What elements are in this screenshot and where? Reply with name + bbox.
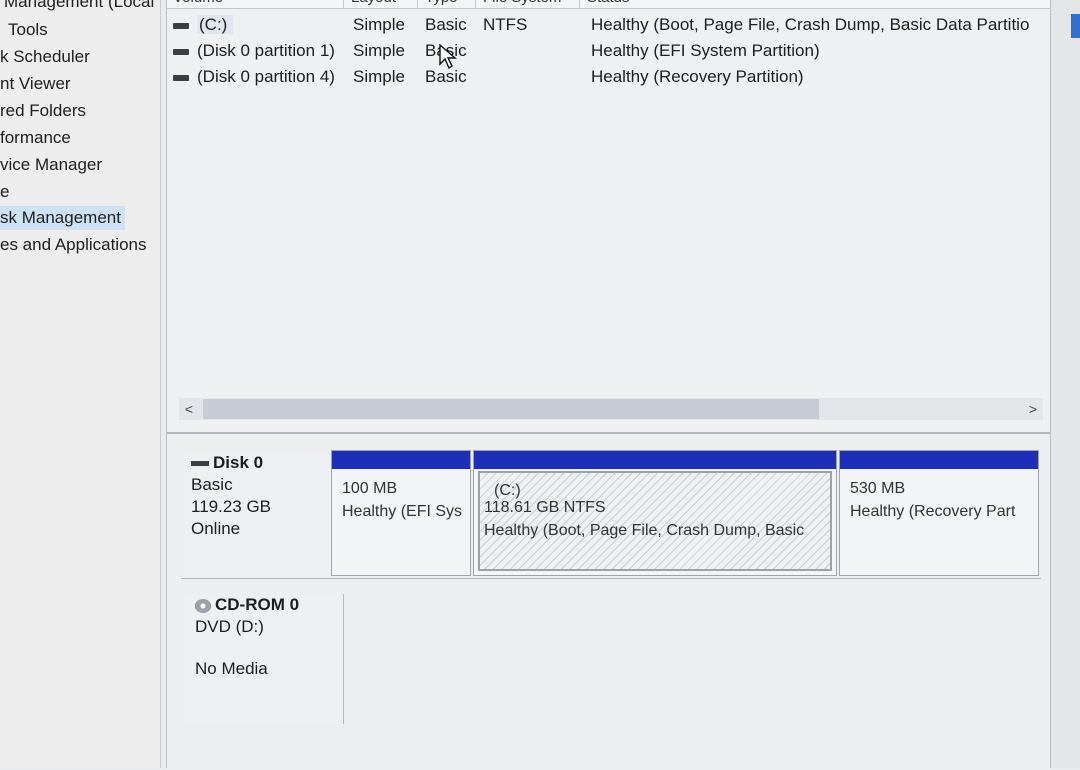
- column-header-status[interactable]: Status: [581, 0, 1052, 8]
- nav-item-services-and-applications[interactable]: es and Applications: [0, 233, 147, 257]
- cdrom-name: CD-ROM 0: [215, 595, 300, 614]
- nav-item-task-scheduler[interactable]: k Scheduler: [0, 45, 90, 69]
- partition-recovery[interactable]: 530 MB Healthy (Recovery Part: [839, 450, 1039, 576]
- volume-name: (C:): [197, 15, 234, 34]
- partition-bar: [840, 451, 1038, 469]
- volume-name: (Disk 0 partition 4): [197, 67, 335, 86]
- mouse-cursor-icon: [439, 44, 457, 70]
- layout-cell: Simple: [353, 41, 405, 60]
- partition-bar: [332, 451, 470, 469]
- disk-state: Online: [191, 519, 241, 538]
- nav-item-shared-folders[interactable]: red Folders: [0, 99, 86, 123]
- volume-cell: (C:): [173, 12, 234, 38]
- column-header-layout[interactable]: Layout: [345, 0, 418, 8]
- nav-item-computer-management[interactable]: Management (Local: [4, 0, 154, 14]
- nav-item-system-tools[interactable]: Tools: [8, 18, 48, 42]
- nav-item-storage[interactable]: e: [0, 180, 9, 204]
- partition-c-drive[interactable]: (C:) 118.61 GB NTFS Healthy (Boot, Page …: [473, 450, 837, 576]
- disk-name: Disk 0: [213, 453, 264, 472]
- partition-status: Healthy (EFI Sys: [342, 503, 463, 520]
- nav-item-device-manager[interactable]: vice Manager: [0, 153, 102, 177]
- partition-bar: [474, 451, 836, 469]
- disk-kind: Basic: [191, 475, 233, 494]
- scroll-right-arrow-icon[interactable]: >: [1023, 398, 1043, 420]
- partition-size: 530 MB: [850, 480, 906, 497]
- volume-row[interactable]: (C:) Simple Basic NTFS Healthy (Boot, Pa…: [167, 12, 1051, 38]
- partition-status: Healthy (Boot, Page File, Crash Dump, Ba…: [484, 522, 805, 539]
- layout-cell: Simple: [353, 67, 405, 86]
- disk-management-pane: Volume Layout Type File System Status (C…: [166, 0, 1052, 770]
- volume-row[interactable]: (Disk 0 partition 4) Simple Basic Health…: [167, 64, 1051, 90]
- cdrom-kind: DVD (D:): [195, 617, 264, 636]
- actions-pane-tab[interactable]: [1071, 14, 1080, 38]
- disk-0-label[interactable]: Disk 0 Basic 119.23 GB Online: [181, 452, 340, 576]
- partition-content: 100 MB Healthy (EFI Sys: [342, 477, 466, 523]
- column-header-file-system[interactable]: File System: [477, 0, 580, 8]
- volume-icon: [173, 74, 189, 81]
- volume-name: (Disk 0 partition 1): [197, 41, 335, 60]
- cdrom-media: No Media: [195, 659, 268, 678]
- cdrom-title: CD-ROM 0: [195, 594, 343, 616]
- layout-cell: Simple: [353, 15, 405, 34]
- scroll-left-arrow-icon[interactable]: <: [179, 398, 199, 420]
- volume-cell: (Disk 0 partition 4): [173, 64, 335, 90]
- scrollbar-thumb[interactable]: [203, 399, 819, 419]
- partition-status: Healthy (Recovery Part: [850, 503, 1016, 520]
- volume-list-header: Volume Layout Type File System Status: [167, 0, 1052, 9]
- right-actions-pane-edge: [1050, 0, 1080, 768]
- status-cell: Healthy (EFI System Partition): [591, 41, 820, 60]
- cdrom-0-label[interactable]: CD-ROM 0 DVD (D:) No Media: [181, 594, 344, 724]
- status-cell: Healthy (Recovery Partition): [591, 67, 804, 86]
- volume-icon: [173, 22, 189, 29]
- volume-icon: [173, 48, 189, 55]
- horizontal-scrollbar[interactable]: < >: [179, 398, 1043, 420]
- partition-size: 100 MB: [342, 480, 398, 497]
- nav-item-disk-management[interactable]: sk Management: [0, 206, 125, 230]
- partition-content: 530 MB Healthy (Recovery Part: [850, 477, 1034, 523]
- navigation-tree: Management (Local Tools k Scheduler nt V…: [0, 0, 161, 768]
- cd-drive-icon: [195, 598, 211, 613]
- disk-title: Disk 0: [191, 452, 339, 474]
- volume-cell: (Disk 0 partition 1): [173, 38, 335, 64]
- partition-efi[interactable]: 100 MB Healthy (EFI Sys: [331, 450, 471, 576]
- disk-icon: [191, 461, 209, 467]
- disk-size: 119.23 GB: [191, 497, 272, 516]
- volume-row[interactable]: (Disk 0 partition 1) Simple Basic Health…: [167, 38, 1051, 64]
- type-cell: Basic: [425, 15, 467, 34]
- partition-size: 118.61 GB NTFS: [484, 499, 606, 516]
- status-cell: Healthy (Boot, Page File, Crash Dump, Ba…: [591, 15, 1030, 34]
- column-header-volume[interactable]: Volume: [167, 0, 344, 8]
- nav-item-performance[interactable]: formance: [0, 126, 71, 150]
- column-header-type[interactable]: Type: [419, 0, 476, 8]
- partition-content: (C:) 118.61 GB NTFS Healthy (Boot, Page …: [484, 479, 828, 542]
- file-system-cell: NTFS: [483, 15, 528, 34]
- nav-item-event-viewer[interactable]: nt Viewer: [0, 72, 71, 96]
